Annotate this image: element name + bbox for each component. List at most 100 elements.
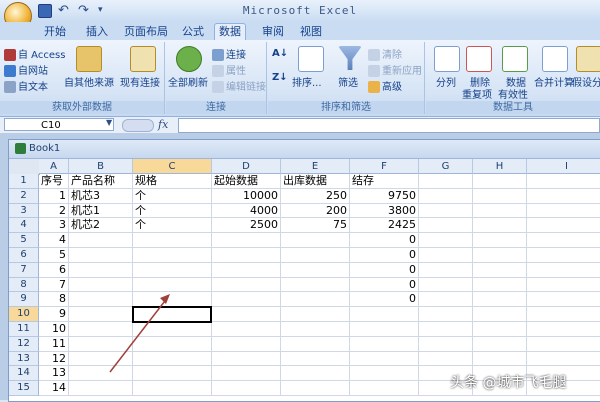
cell-g11[interactable]: [419, 322, 473, 337]
cell-c4[interactable]: 个: [133, 218, 212, 234]
advanced-filter-button[interactable]: 高级: [368, 78, 402, 93]
cell-i9[interactable]: [527, 292, 600, 308]
cell-b13[interactable]: [69, 351, 133, 367]
cell-h13[interactable]: [473, 351, 527, 367]
cell-d14[interactable]: [212, 366, 281, 382]
cell-b3[interactable]: 机芯1: [69, 203, 133, 219]
cell-i4[interactable]: [527, 218, 600, 234]
cell-a6[interactable]: 5: [39, 248, 69, 263]
cell-d9[interactable]: [212, 292, 281, 308]
cell-b7[interactable]: [69, 262, 133, 278]
sort-button[interactable]: 排序...: [292, 74, 322, 89]
cell-e11[interactable]: [281, 322, 350, 337]
cell-g6[interactable]: [419, 248, 473, 263]
row-header-15[interactable]: 15: [9, 381, 39, 396]
cell-g9[interactable]: [419, 292, 473, 308]
cell-i6[interactable]: [527, 248, 600, 263]
cell-b11[interactable]: [69, 322, 133, 337]
column-header-e[interactable]: E: [281, 159, 350, 174]
cell-f9[interactable]: 0: [350, 292, 419, 308]
cell-c5[interactable]: [133, 233, 212, 248]
cell-h6[interactable]: [473, 248, 527, 263]
cell-e6[interactable]: [281, 248, 350, 263]
cell-b1[interactable]: 产品名称: [69, 174, 133, 189]
clear-filter-button[interactable]: 清除: [368, 46, 402, 61]
cell-g7[interactable]: [419, 262, 473, 278]
cell-e8[interactable]: [281, 277, 350, 293]
cell-i12[interactable]: [527, 337, 600, 352]
properties-button[interactable]: 属性: [212, 62, 246, 77]
cell-h10[interactable]: [473, 307, 527, 322]
cell-h2[interactable]: [473, 188, 527, 204]
cell-d3[interactable]: 4000: [212, 203, 281, 219]
cell-g2[interactable]: [419, 188, 473, 204]
cell-c3[interactable]: 个: [133, 203, 212, 219]
insert-function-icon[interactable]: fx: [158, 118, 168, 131]
cell-d8[interactable]: [212, 277, 281, 293]
row-header-13[interactable]: 13: [9, 351, 39, 367]
cell-c1[interactable]: 规格: [133, 174, 212, 189]
cell-i7[interactable]: [527, 263, 600, 278]
cell-d6[interactable]: [212, 248, 281, 263]
cell-h5[interactable]: [473, 233, 527, 248]
cell-d5[interactable]: [212, 233, 281, 248]
cell-f3[interactable]: 3800: [350, 203, 419, 219]
column-header-h[interactable]: H: [473, 159, 527, 174]
cell-a9[interactable]: 8: [39, 292, 69, 308]
tab-formulas[interactable]: 公式: [178, 24, 208, 40]
name-box-dropdown-icon[interactable]: ▼: [106, 118, 112, 127]
cell-g5[interactable]: [419, 233, 473, 248]
cell-g3[interactable]: [419, 203, 473, 219]
cell-a11[interactable]: 10: [39, 322, 69, 337]
cell-c11[interactable]: [133, 322, 212, 337]
select-all-corner[interactable]: [9, 159, 40, 175]
cell-e10[interactable]: [281, 307, 350, 322]
cell-d12[interactable]: [212, 336, 281, 352]
row-header-5[interactable]: 5: [9, 233, 39, 248]
row-header-3[interactable]: 3: [9, 203, 39, 219]
cell-c7[interactable]: [133, 262, 212, 278]
cell-b14[interactable]: [69, 366, 133, 382]
row-header-4[interactable]: 4: [9, 218, 39, 234]
cell-f12[interactable]: [350, 336, 419, 352]
row-header-2[interactable]: 2: [9, 188, 39, 204]
cell-f14[interactable]: [350, 366, 419, 382]
cell-a13[interactable]: 12: [39, 351, 69, 367]
cell-h7[interactable]: [473, 262, 527, 278]
cell-h4[interactable]: [473, 218, 527, 234]
cell-d2[interactable]: 10000: [212, 188, 281, 204]
tab-home[interactable]: 开始: [40, 24, 70, 40]
cell-e4[interactable]: 75: [281, 218, 350, 234]
cell-g13[interactable]: [419, 351, 473, 367]
from-text-button[interactable]: 自文本: [4, 78, 48, 93]
cell-c6[interactable]: [133, 248, 212, 263]
cell-h8[interactable]: [473, 277, 527, 293]
cell-a14[interactable]: 13: [39, 366, 69, 382]
cell-a1[interactable]: 序号: [39, 174, 69, 189]
cell-h1[interactable]: [473, 174, 527, 189]
cell-c15[interactable]: [133, 381, 212, 396]
reapply-button[interactable]: 重新应用: [368, 62, 422, 77]
cell-c8[interactable]: [133, 277, 212, 293]
cell-h3[interactable]: [473, 203, 527, 219]
cell-b12[interactable]: [69, 336, 133, 352]
tab-view[interactable]: 视图: [296, 24, 326, 40]
column-header-g[interactable]: G: [419, 159, 473, 174]
cell-a8[interactable]: 7: [39, 277, 69, 293]
cell-e12[interactable]: [281, 336, 350, 352]
other-sources-button[interactable]: 自其他来源: [64, 74, 114, 89]
column-header-f[interactable]: F: [350, 159, 419, 174]
cell-f10[interactable]: [350, 307, 419, 322]
cell-b4[interactable]: 机芯2: [69, 218, 133, 234]
cell-i3[interactable]: [527, 204, 600, 219]
cell-g4[interactable]: [419, 218, 473, 234]
cell-f13[interactable]: [350, 351, 419, 367]
what-if-button[interactable]: 假设分: [572, 74, 600, 89]
cell-a15[interactable]: 14: [39, 381, 69, 396]
cell-h11[interactable]: [473, 322, 527, 337]
cell-i13[interactable]: [527, 352, 600, 367]
cell-d10[interactable]: [212, 307, 281, 322]
column-header-a[interactable]: A: [39, 159, 69, 174]
cell-f6[interactable]: 0: [350, 248, 419, 263]
consolidate-button[interactable]: 合并计算: [534, 74, 574, 89]
